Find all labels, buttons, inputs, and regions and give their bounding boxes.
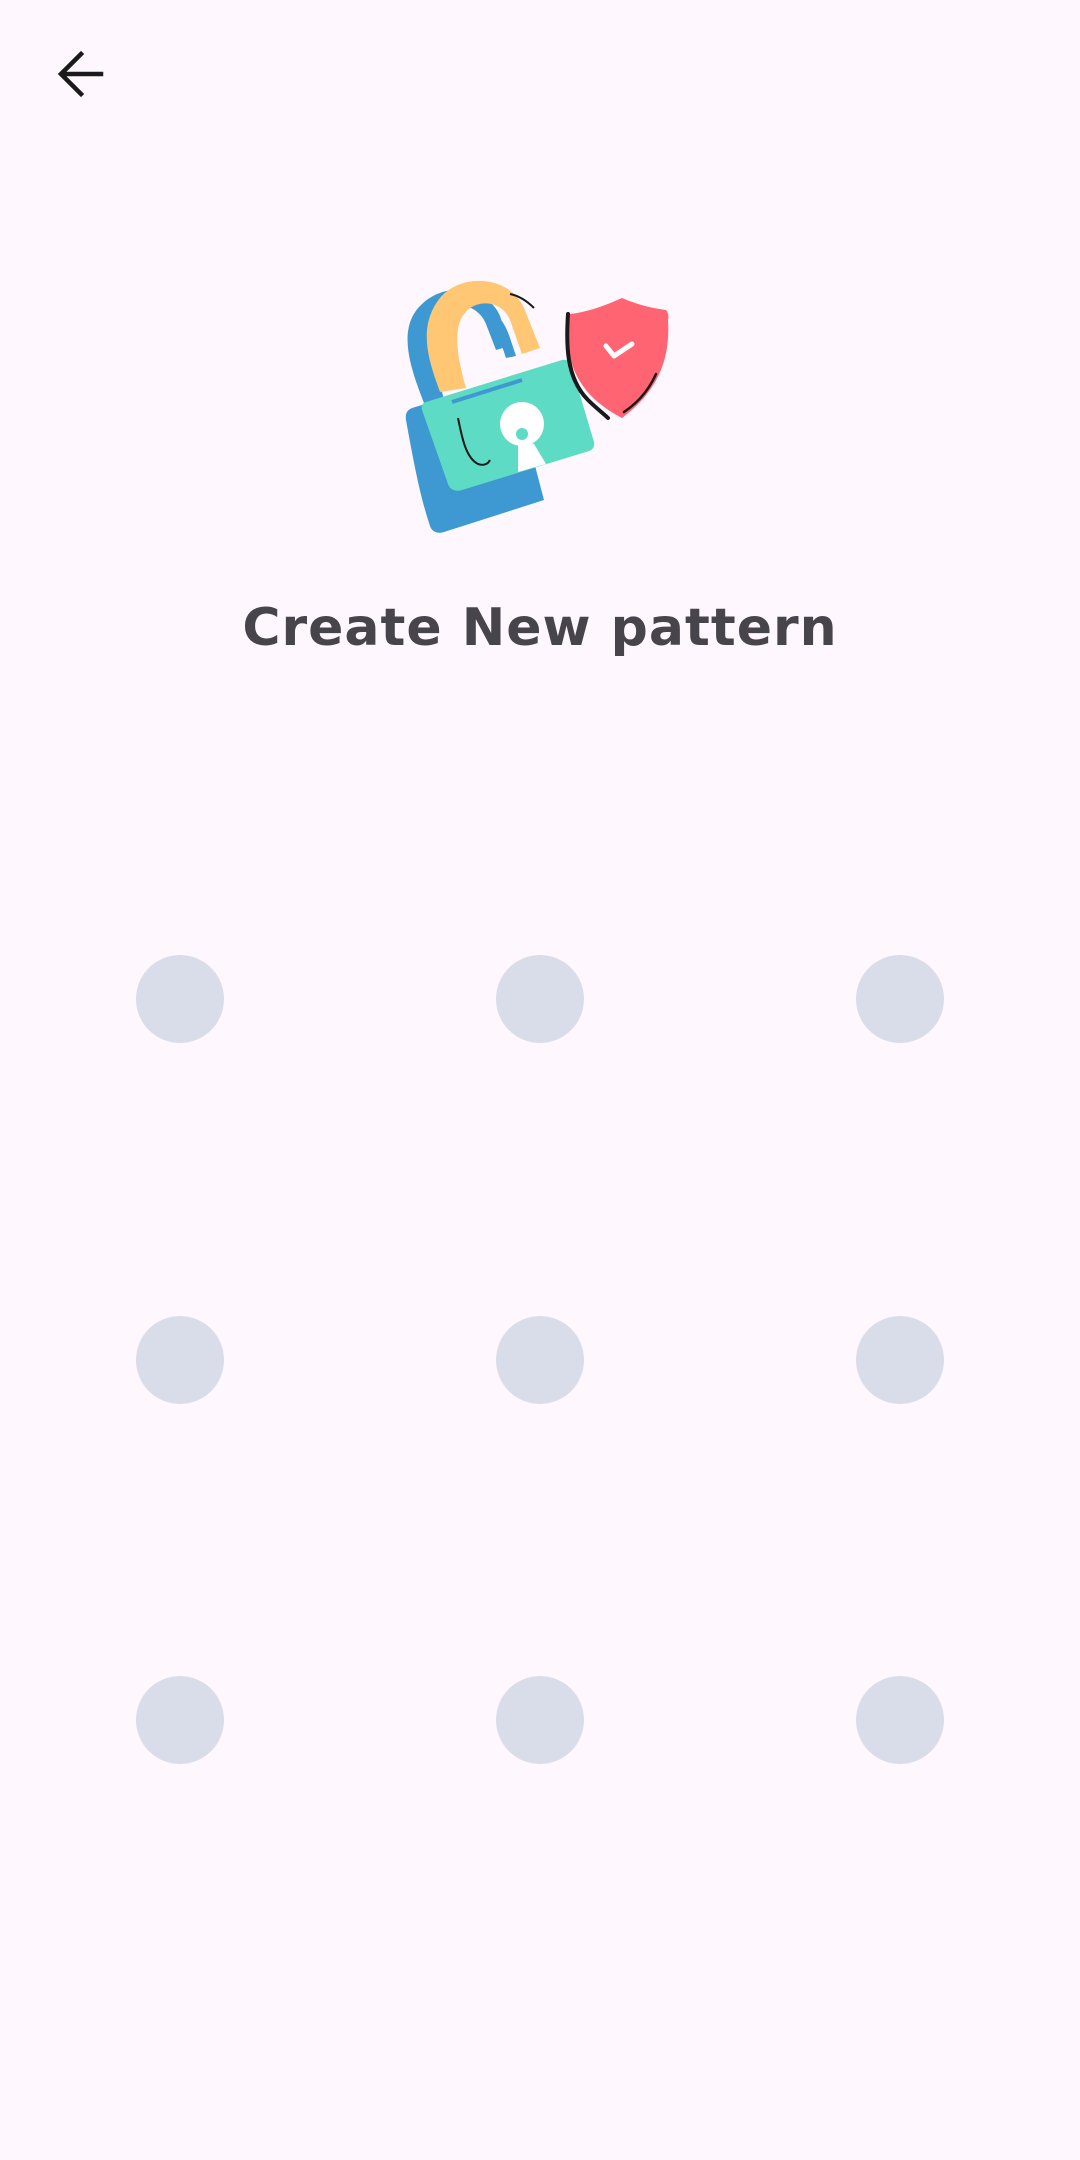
page-title: Create New pattern <box>242 598 838 658</box>
arrow-left-icon <box>57 50 104 98</box>
pattern-dot-3[interactable] <box>856 955 944 1043</box>
padlock-shield-illustration <box>405 280 669 533</box>
pattern-dot-4[interactable] <box>136 1316 224 1404</box>
pattern-dot-1[interactable] <box>136 955 224 1043</box>
back-button[interactable] <box>40 36 122 112</box>
pattern-dot-2[interactable] <box>496 955 584 1043</box>
pattern-dot-8[interactable] <box>496 1676 584 1764</box>
pattern-dot-9[interactable] <box>856 1676 944 1764</box>
pattern-dot-5[interactable] <box>496 1316 584 1404</box>
pattern-dot-7[interactable] <box>136 1676 224 1764</box>
pattern-dot-6[interactable] <box>856 1316 944 1404</box>
